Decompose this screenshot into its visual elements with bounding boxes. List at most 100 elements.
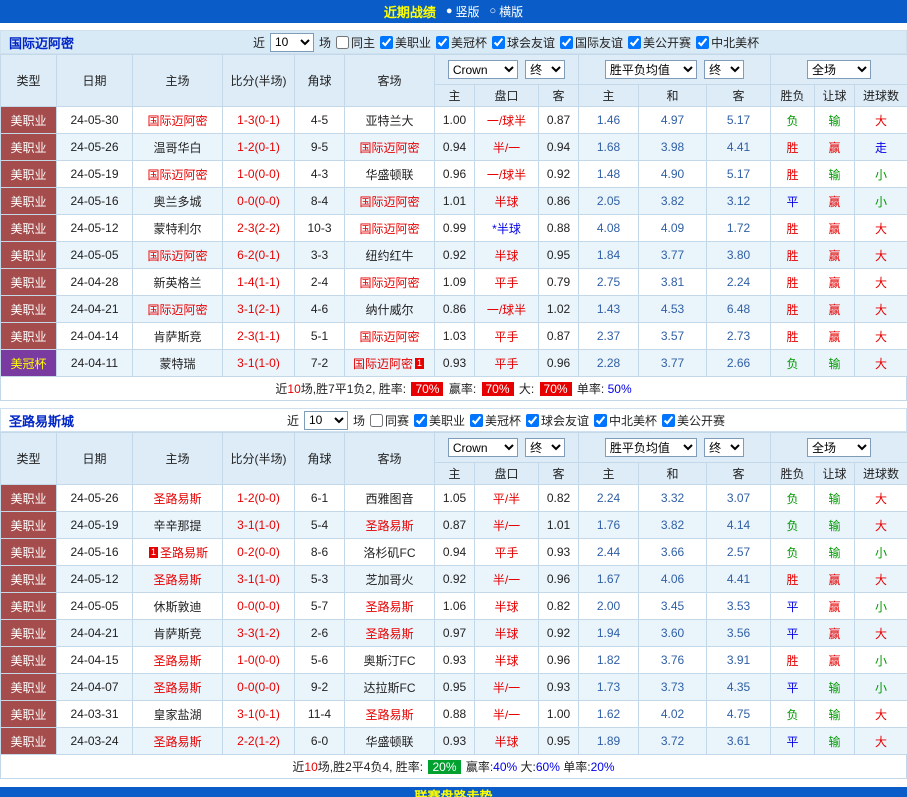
checkbox-input[interactable]: [380, 36, 393, 49]
filter-checkbox-国际友谊[interactable]: 国际友谊: [560, 34, 623, 51]
filter-checkbox-美冠杯[interactable]: 美冠杯: [436, 34, 487, 51]
league-type-cell: 美职业: [1, 620, 57, 647]
europe-avg-select[interactable]: 胜平负均值: [605, 438, 697, 457]
home-team-link[interactable]: 圣路易斯: [153, 735, 201, 749]
away-team-link[interactable]: 圣路易斯: [365, 600, 413, 614]
away-team-link[interactable]: 纽约红牛: [365, 249, 413, 263]
asian-home-odds-cell: 1.05: [435, 485, 475, 512]
home-team-link[interactable]: 国际迈阿密: [147, 114, 207, 128]
away-team-link[interactable]: 芝加哥火: [365, 573, 413, 587]
spacer: [0, 401, 907, 408]
full-match-select[interactable]: 全场: [807, 60, 871, 79]
match-count-select[interactable]: 10: [270, 33, 314, 52]
away-team-link[interactable]: 国际迈阿密: [359, 222, 419, 236]
filter-checkbox-球会友谊[interactable]: 球会友谊: [526, 412, 589, 429]
away-team-link[interactable]: 国际迈阿密: [359, 141, 419, 155]
home-team-link[interactable]: 温哥华白: [153, 141, 201, 155]
europe-final-select[interactable]: 终: [704, 60, 744, 79]
away-team-link[interactable]: 圣路易斯: [365, 519, 413, 533]
away-team-link[interactable]: 国际迈阿密: [359, 195, 419, 209]
home-team-link[interactable]: 国际迈阿密: [147, 168, 207, 182]
home-team-link[interactable]: 圣路易斯: [153, 573, 201, 587]
filter-checkbox-同赛[interactable]: 同赛: [370, 412, 409, 429]
full-match-select[interactable]: 全场: [807, 438, 871, 457]
home-team-link[interactable]: 蒙特瑞: [159, 357, 195, 371]
section-header-2: 圣路易斯城 近 10 场 同赛美职业美冠杯球会友谊中北美杯美公开赛: [0, 408, 907, 432]
home-team-link[interactable]: 肯萨斯竞: [153, 627, 201, 641]
checkbox-input[interactable]: [370, 414, 383, 427]
checkbox-input[interactable]: [470, 414, 483, 427]
away-team-link[interactable]: 西雅图音: [365, 492, 413, 506]
checkbox-input[interactable]: [492, 36, 505, 49]
filter-checkbox-美公开赛[interactable]: 美公开赛: [662, 412, 725, 429]
checkbox-input[interactable]: [414, 414, 427, 427]
score-cell: 0-0(0-0): [223, 593, 295, 620]
home-team-link[interactable]: 圣路易斯: [160, 546, 208, 560]
home-team-link[interactable]: 圣路易斯: [153, 681, 201, 695]
euro-home-odds-cell: 1.62: [579, 701, 639, 728]
europe-avg-select[interactable]: 胜平负均值: [605, 60, 697, 79]
asian-away-odds-cell: 0.82: [539, 593, 579, 620]
league-type-cell: 美职业: [1, 161, 57, 188]
away-team-link[interactable]: 国际迈阿密: [359, 330, 419, 344]
away-team-link[interactable]: 华盛顿联: [365, 168, 413, 182]
away-team-link[interactable]: 亚特兰大: [365, 114, 413, 128]
home-team-link[interactable]: 肯萨斯竞: [153, 330, 201, 344]
europe-final-select[interactable]: 终: [704, 438, 744, 457]
filter-checkbox-美职业[interactable]: 美职业: [380, 34, 431, 51]
euro-home-odds-cell: 1.94: [579, 620, 639, 647]
away-team-link[interactable]: 国际迈阿密: [359, 276, 419, 290]
home-team-link[interactable]: 新英格兰: [153, 276, 201, 290]
score-cell: 3-1(1-0): [223, 512, 295, 539]
filter-checkboxes: 同赛美职业美冠杯球会友谊中北美杯美公开赛: [370, 412, 725, 429]
league-type-cell: 美职业: [1, 323, 57, 350]
home-team-link[interactable]: 圣路易斯: [153, 654, 201, 668]
away-team-link[interactable]: 纳什威尔: [365, 303, 413, 317]
table-header-top-row: 类型 日期 主场 比分(半场) 角球 客场 Crown 终 胜平负均值 终: [1, 55, 907, 85]
filter-checkbox-美公开赛[interactable]: 美公开赛: [628, 34, 691, 51]
filter-checkbox-美职业[interactable]: 美职业: [414, 412, 465, 429]
away-team-link[interactable]: 圣路易斯: [365, 708, 413, 722]
asian-final-select[interactable]: 终: [525, 60, 565, 79]
home-team-link[interactable]: 蒙特利尔: [153, 222, 201, 236]
away-team-link[interactable]: 国际迈阿密: [353, 357, 413, 371]
away-team-link[interactable]: 华盛顿联: [365, 735, 413, 749]
checkbox-input[interactable]: [662, 414, 675, 427]
match-count-select[interactable]: 10: [304, 411, 348, 430]
checkbox-input[interactable]: [594, 414, 607, 427]
win-draw-lose-cell: 负: [771, 485, 815, 512]
match-date-cell: 24-04-11: [57, 350, 133, 377]
filter-checkbox-中北美杯[interactable]: 中北美杯: [594, 412, 657, 429]
asian-final-select[interactable]: 终: [525, 438, 565, 457]
home-team-link[interactable]: 休斯敦迪: [153, 600, 201, 614]
checkbox-input[interactable]: [628, 36, 641, 49]
col-asian-away: 客: [539, 85, 579, 107]
filter-checkbox-同主[interactable]: 同主: [336, 34, 375, 51]
checkbox-input[interactable]: [436, 36, 449, 49]
filter-checkbox-中北美杯[interactable]: 中北美杯: [696, 34, 759, 51]
checkbox-input[interactable]: [560, 36, 573, 49]
checkbox-input[interactable]: [696, 36, 709, 49]
home-team-link[interactable]: 皇家盐湖: [153, 708, 201, 722]
odds-source-select[interactable]: Crown: [448, 60, 518, 79]
filter-checkbox-球会友谊[interactable]: 球会友谊: [492, 34, 555, 51]
away-team-link[interactable]: 奥斯汀FC: [364, 654, 416, 668]
home-team-link[interactable]: 国际迈阿密: [147, 303, 207, 317]
away-team-link[interactable]: 达拉斯FC: [364, 681, 416, 695]
checkbox-input[interactable]: [526, 414, 539, 427]
home-team-link[interactable]: 国际迈阿密: [147, 249, 207, 263]
near-label: 近: [287, 412, 299, 429]
home-team-link[interactable]: 圣路易斯: [153, 492, 201, 506]
away-team-cell: 国际迈阿密: [345, 188, 435, 215]
filter-checkbox-美冠杯[interactable]: 美冠杯: [470, 412, 521, 429]
league-type-cell: 美职业: [1, 539, 57, 566]
layout-radio-vertical[interactable]: ● 竖版: [446, 3, 480, 20]
home-team-link[interactable]: 奥兰多城: [153, 195, 201, 209]
away-team-link[interactable]: 圣路易斯: [365, 627, 413, 641]
handicap-cell: 半球: [475, 647, 539, 674]
odds-source-select[interactable]: Crown: [448, 438, 518, 457]
layout-radio-horizontal[interactable]: ○ 横版: [490, 3, 524, 20]
checkbox-input[interactable]: [336, 36, 349, 49]
home-team-link[interactable]: 辛辛那提: [153, 519, 201, 533]
away-team-link[interactable]: 洛杉矶FC: [364, 546, 416, 560]
